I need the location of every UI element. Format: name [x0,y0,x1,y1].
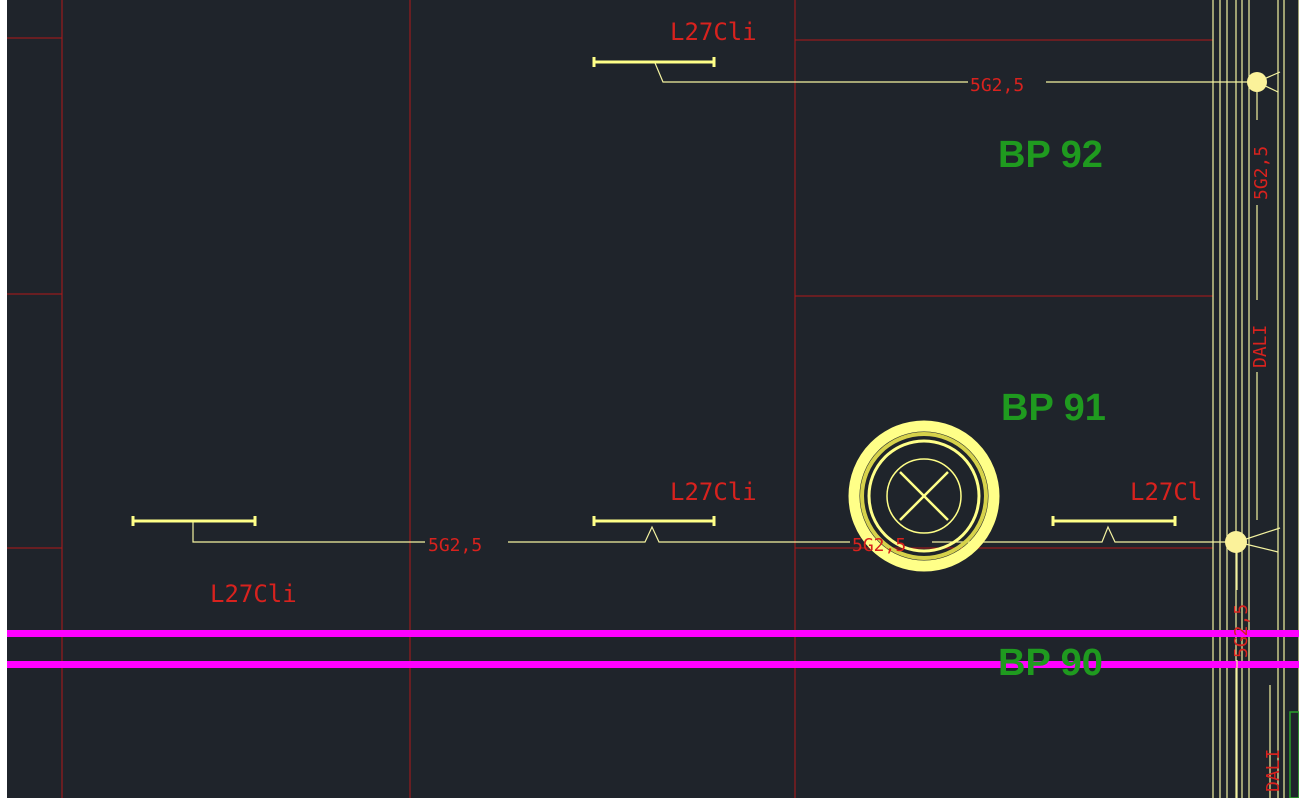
fixture-label: L27Cl [1130,478,1202,506]
fixture-label: L27Cli [670,18,757,46]
cable-label: 5G2,5 [1251,146,1272,200]
junction-dot-icon[interactable] [1247,72,1267,92]
junction-dot-icon[interactable] [1225,531,1247,553]
cad-drawing-area[interactable]: BP 92 BP 91 BP 90 L27Cli L27Cli L27Cli L… [0,0,1299,798]
bus-label: DALI [1250,325,1271,368]
room-label: BP 90 [998,642,1103,684]
cable-label: 5G2,5 [852,535,906,556]
viewport-border [0,0,7,798]
fixture-label: L27Cli [670,478,757,506]
fixture-label: L27Cli [210,580,297,608]
bus-label: DALI [1263,749,1284,792]
cable-label: 5G2,5 [428,535,482,556]
cad-canvas[interactable]: BP 92 BP 91 BP 90 L27Cli L27Cli L27Cli L… [0,0,1299,798]
cable-label: 5G2,5 [1231,604,1252,658]
cable-label: 5G2,5 [970,75,1024,96]
room-label: BP 92 [998,134,1103,176]
room-label: BP 91 [1001,387,1106,429]
